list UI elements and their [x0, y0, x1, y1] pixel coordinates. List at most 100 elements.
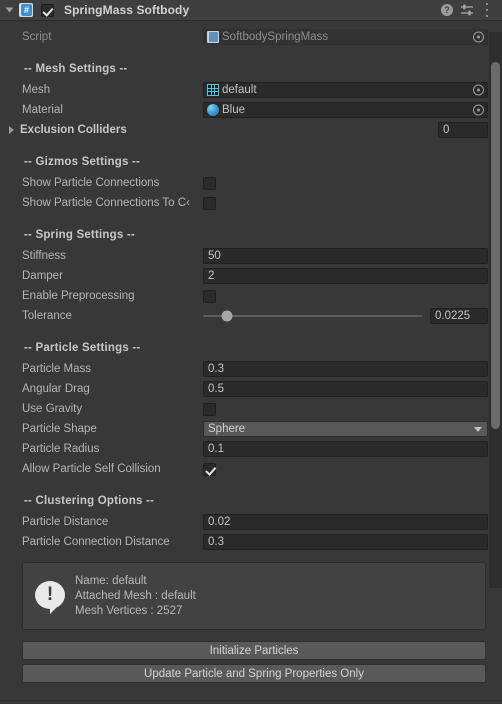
particle-mass-label: Particle Mass: [22, 363, 92, 375]
script-object-field[interactable]: SoftbodySpringMass: [203, 29, 488, 45]
row-particle-connection-distance: Particle Connection Distance 0.3: [0, 532, 502, 552]
bottom-divider: [0, 700, 502, 701]
row-damper: Damper 2: [0, 266, 502, 286]
script-csharp-icon: #: [19, 3, 33, 17]
mesh-icon: [207, 84, 219, 96]
info-line-attached-mesh: Attached Mesh : default: [75, 589, 196, 602]
material-sphere-icon: [207, 104, 219, 116]
section-title-mesh: -- Mesh Settings --: [24, 63, 128, 75]
enable-preprocessing-label: Enable Preprocessing: [22, 290, 135, 302]
angular-drag-label: Angular Drag: [22, 383, 90, 395]
particle-shape-dropdown[interactable]: Sphere: [203, 421, 488, 437]
kebab-menu-icon[interactable]: [478, 1, 496, 19]
row-allow-particle-self-collision: Allow Particle Self Collision: [0, 459, 502, 479]
chevron-down-icon: [474, 427, 482, 432]
tolerance-slider[interactable]: [203, 308, 430, 324]
tolerance-value-input[interactable]: 0.0225: [430, 308, 488, 324]
section-title-particle: -- Particle Settings --: [24, 342, 141, 354]
particle-shape-label: Particle Shape: [22, 423, 97, 435]
use-gravity-checkbox[interactable]: [203, 402, 216, 416]
show-particle-connections-checkbox[interactable]: [203, 176, 216, 190]
initialize-particles-button[interactable]: Initialize Particles: [22, 641, 486, 660]
tolerance-label: Tolerance: [22, 310, 72, 322]
component-header[interactable]: # SpringMass Softbody ?: [0, 0, 502, 21]
info-line-mesh-vertices: Mesh Vertices : 2527: [75, 604, 183, 617]
angular-drag-input[interactable]: 0.5: [203, 381, 488, 397]
info-line-name: Name: default: [75, 574, 147, 587]
row-mesh: Mesh default: [0, 80, 502, 100]
material-label: Material: [22, 104, 63, 116]
component-enabled-checkbox[interactable]: [41, 3, 54, 17]
row-material: Material Blue: [0, 100, 502, 120]
mesh-info-text: Name: default Attached Mesh : default Me…: [75, 574, 196, 619]
particle-connection-distance-input[interactable]: 0.3: [203, 534, 488, 550]
row-particle-mass: Particle Mass 0.3: [0, 359, 502, 379]
section-title-spring: -- Spring Settings --: [24, 229, 135, 241]
particle-connection-distance-label: Particle Connection Distance: [22, 536, 170, 548]
row-tolerance: Tolerance 0.0225: [0, 306, 502, 326]
exclusion-colliders-count[interactable]: 0: [438, 122, 488, 138]
row-show-particle-connections-to-c: Show Particle Connections To C‹: [0, 193, 502, 213]
mesh-label: Mesh: [22, 84, 51, 96]
preset-icon[interactable]: [458, 1, 476, 19]
row-enable-preprocessing: Enable Preprocessing: [0, 286, 502, 306]
object-picker-icon[interactable]: [473, 31, 484, 43]
use-gravity-label: Use Gravity: [22, 403, 83, 415]
vertical-scrollbar[interactable]: [489, 32, 502, 588]
tolerance-slider-track[interactable]: [203, 310, 422, 322]
component-title: SpringMass Softbody: [64, 3, 190, 17]
row-particle-distance: Particle Distance 0.02: [0, 512, 502, 532]
spacer-before-buttons: [0, 630, 502, 641]
particle-distance-label: Particle Distance: [22, 516, 109, 528]
row-stiffness: Stiffness 50: [0, 246, 502, 266]
row-use-gravity: Use Gravity: [0, 399, 502, 419]
scrollbar-thumb[interactable]: [491, 62, 500, 429]
show-particle-connections-label: Show Particle Connections: [22, 177, 160, 189]
info-bubble-icon: !: [35, 581, 65, 614]
show-particle-connections-to-c-label: Show Particle Connections To C‹: [22, 197, 190, 209]
script-file-icon: [207, 31, 219, 43]
spacer-after-gizmos: [0, 213, 502, 224]
particle-distance-input[interactable]: 0.02: [203, 514, 488, 530]
particle-shape-value: Sphere: [208, 423, 246, 435]
script-value: SoftbodySpringMass: [222, 31, 329, 43]
update-particle-spring-properties-button[interactable]: Update Particle and Spring Properties On…: [22, 664, 486, 683]
chevron-right-icon[interactable]: [9, 126, 14, 134]
inspector-body: Script SoftbodySpringMass -- Mesh Settin…: [0, 21, 502, 704]
show-particle-connections-to-c-checkbox[interactable]: [203, 196, 216, 210]
row-exclusion-colliders[interactable]: Exclusion Colliders 0: [0, 120, 502, 140]
section-title-clustering: -- Clustering Options --: [24, 495, 155, 507]
mesh-info-box: ! Name: default Attached Mesh : default …: [22, 562, 486, 630]
section-title-gizmos: -- Gizmos Settings --: [24, 156, 141, 168]
object-picker-icon[interactable]: [473, 104, 484, 116]
damper-input[interactable]: 2: [203, 268, 488, 284]
row-particle-shape: Particle Shape Sphere: [0, 419, 502, 439]
script-label: Script: [22, 31, 52, 43]
spacer-after-particle: [0, 479, 502, 490]
tolerance-slider-handle[interactable]: [221, 310, 233, 322]
particle-mass-input[interactable]: 0.3: [203, 361, 488, 377]
component-foldout-icon[interactable]: [5, 7, 14, 13]
mesh-object-field[interactable]: default: [203, 82, 488, 98]
allow-particle-self-collision-label: Allow Particle Self Collision: [22, 463, 161, 475]
row-show-particle-connections: Show Particle Connections: [0, 173, 502, 193]
object-picker-icon[interactable]: [473, 84, 484, 96]
row-angular-drag: Angular Drag 0.5: [0, 379, 502, 399]
spacer-after-mesh: [0, 140, 502, 151]
exclusion-colliders-label: Exclusion Colliders: [20, 124, 127, 136]
material-object-field[interactable]: Blue: [203, 102, 488, 118]
spacer-after-script: [0, 47, 502, 58]
stiffness-label: Stiffness: [22, 250, 66, 262]
material-value: Blue: [222, 104, 246, 116]
row-script: Script SoftbodySpringMass: [0, 27, 502, 47]
particle-radius-label: Particle Radius: [22, 443, 100, 455]
help-icon[interactable]: ?: [438, 1, 456, 19]
enable-preprocessing-checkbox[interactable]: [203, 289, 216, 303]
row-particle-radius: Particle Radius 0.1: [0, 439, 502, 459]
damper-label: Damper: [22, 270, 63, 282]
particle-radius-input[interactable]: 0.1: [203, 441, 488, 457]
allow-particle-self-collision-checkbox[interactable]: [203, 462, 216, 476]
mesh-value: default: [222, 84, 257, 96]
stiffness-input[interactable]: 50: [203, 248, 488, 264]
spacer-after-spring: [0, 326, 502, 337]
